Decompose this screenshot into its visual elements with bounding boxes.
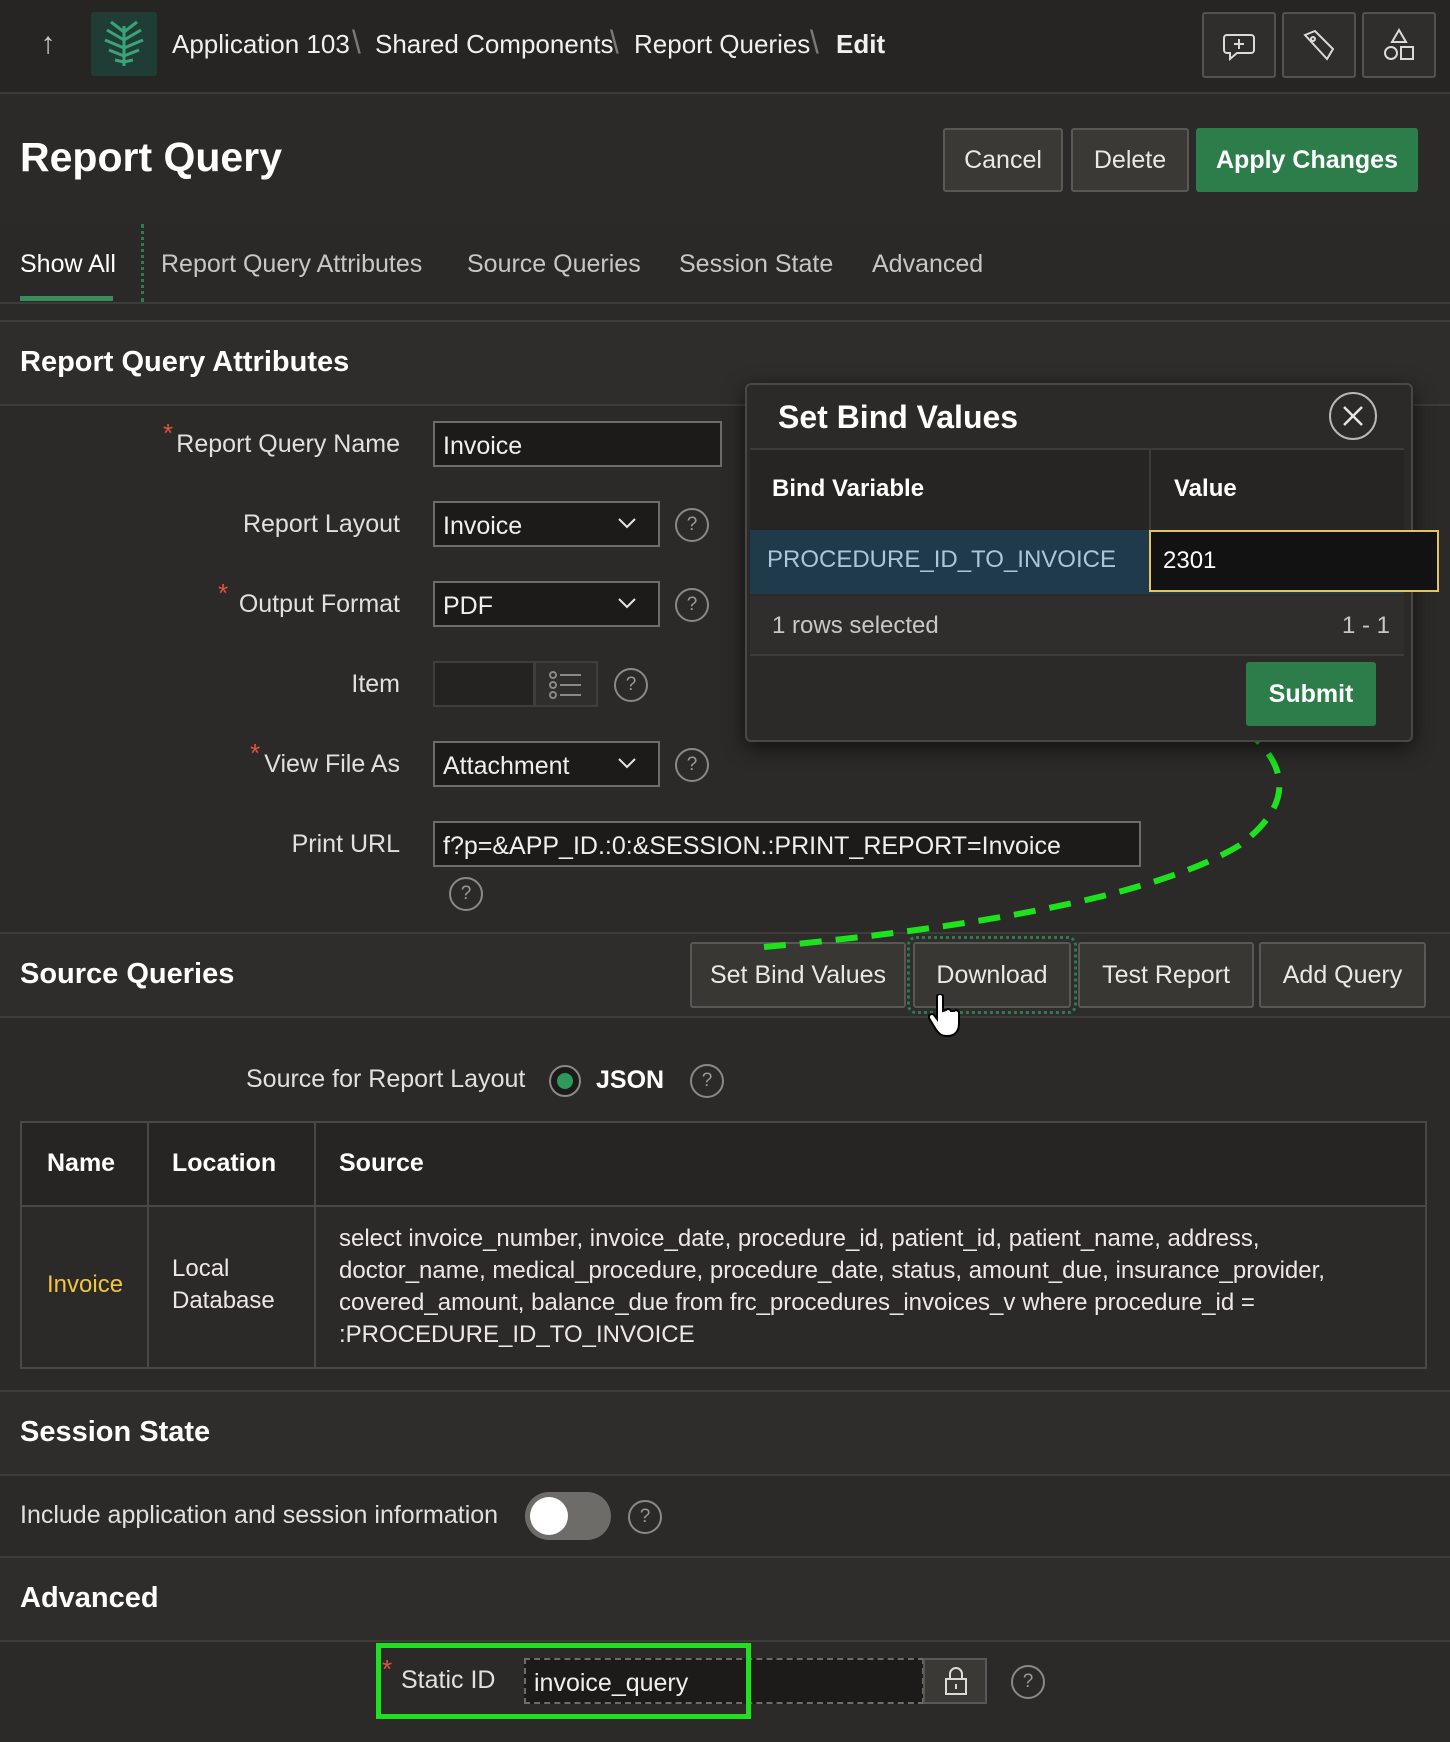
close-icon <box>1343 406 1363 426</box>
rows-selected-text: 1 rows selected <box>772 612 939 639</box>
bind-value-input[interactable]: 2301 <box>1149 530 1439 592</box>
set-bind-values-dialog: Set Bind Values Bind Variable Value PROC… <box>745 383 1439 742</box>
bind-table-footer: 1 rows selected 1 - 1 <box>750 596 1404 656</box>
submit-button[interactable]: Submit <box>1246 662 1376 726</box>
dialog-title: Set Bind Values <box>778 399 1019 435</box>
annotation-arrow <box>763 696 1283 950</box>
column-header-bind-variable: Bind Variable <box>772 475 925 502</box>
pagination-range: 1 - 1 <box>1342 612 1391 639</box>
bind-variable-name: PROCEDURE_ID_TO_INVOICE <box>767 546 1116 573</box>
dialog-close-button[interactable] <box>1329 392 1377 440</box>
bind-table-header: Bind Variable Value <box>750 448 1404 532</box>
bind-table-row[interactable]: PROCEDURE_ID_TO_INVOICE 2301 <box>750 530 1439 594</box>
column-header-value: Value <box>1174 475 1237 502</box>
column-divider <box>1149 450 1151 530</box>
